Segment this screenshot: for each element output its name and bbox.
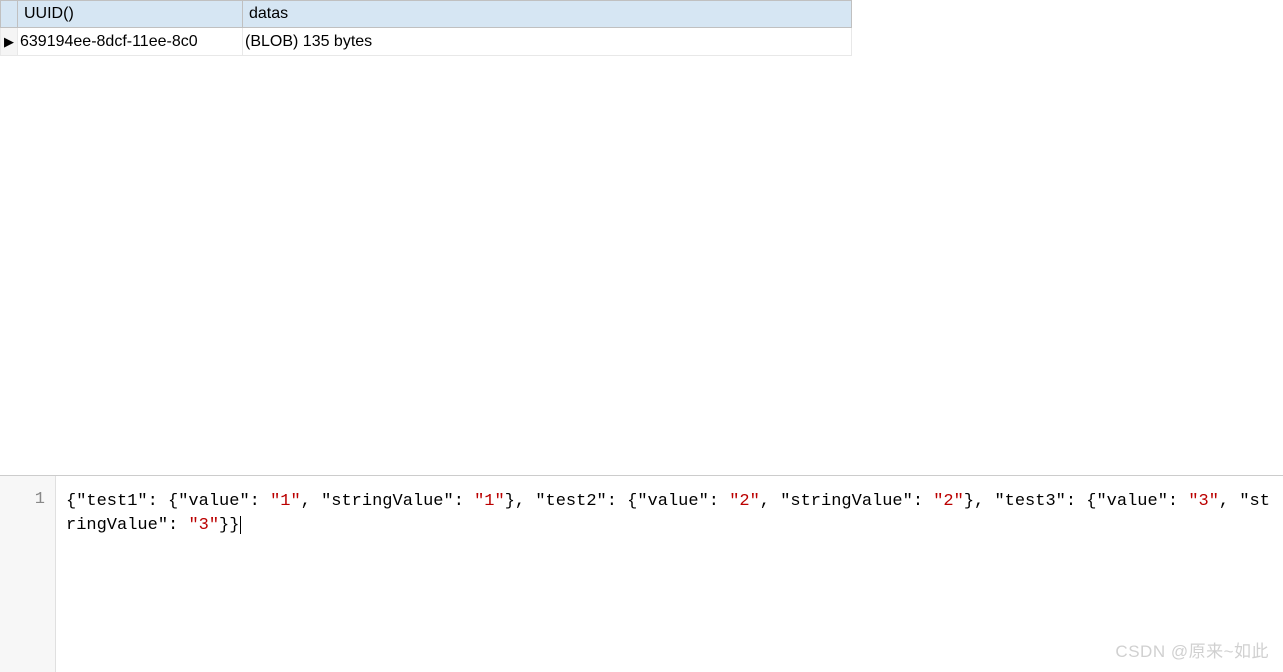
line-number: 1 (0, 490, 45, 509)
result-grid[interactable]: UUID() datas ▶ 639194ee-8dcf-11ee-8c0 (B… (0, 0, 852, 56)
json-content[interactable]: {"test1": {"value": "1", "stringValue": … (56, 476, 1283, 672)
json-viewer-panel: 1 {"test1": {"value": "1", "stringValue"… (0, 475, 1283, 672)
watermark: CSDN @原来~如此 (1115, 637, 1269, 662)
cell-datas[interactable]: (BLOB) 135 bytes (243, 28, 851, 55)
row-marker[interactable]: ▶ (1, 28, 18, 55)
grid-header-uuid[interactable]: UUID() (18, 1, 243, 27)
text-caret (240, 516, 241, 534)
grid-header-rowmarker[interactable] (1, 1, 18, 27)
current-row-icon: ▶ (4, 34, 14, 50)
cell-uuid[interactable]: 639194ee-8dcf-11ee-8c0 (18, 28, 243, 55)
table-row[interactable]: ▶ 639194ee-8dcf-11ee-8c0 (BLOB) 135 byte… (0, 28, 852, 56)
grid-header-row: UUID() datas (0, 0, 852, 28)
line-gutter: 1 (0, 476, 56, 672)
grid-header-datas[interactable]: datas (243, 1, 851, 27)
